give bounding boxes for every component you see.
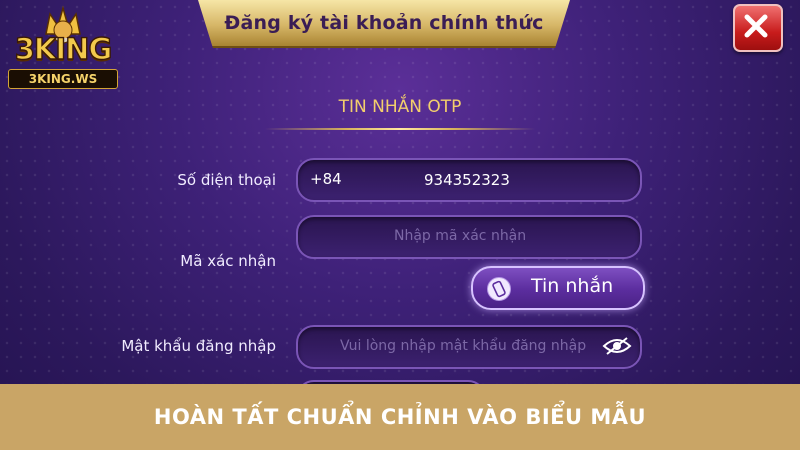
banner-caption: HOÀN TẤT CHUẨN CHỈNH VÀO BIỂU MẪU [153,405,647,429]
section-title: TIN NHẮN OTP [338,97,462,117]
phone-prefix: +84 [310,170,342,188]
phone-icon [487,277,511,301]
logo-domain: 3KING.WS [8,69,118,89]
send-sms-label: Tin nhắn [531,275,614,297]
eye-slash-icon[interactable] [602,336,632,356]
phone-label: Số điện thoại [177,171,276,189]
code-placeholder: Nhập mã xác nhận [394,228,527,244]
close-button[interactable] [733,4,783,52]
password-label: Mật khẩu đăng nhập [121,337,276,355]
password-placeholder: Vui lòng nhập mật khẩu đăng nhập [340,338,587,354]
phone-field[interactable]: +84 934352323 [296,158,642,202]
dialog-title: Đăng ký tài khoản chính thức [224,12,544,34]
phone-value: 934352323 [424,171,510,189]
logo-text: 3KING [14,31,113,66]
password-input[interactable]: Vui lòng nhập mật khẩu đăng nhập [296,325,642,369]
code-input[interactable]: Nhập mã xác nhận [296,215,642,259]
code-label: Mã xác nhận [180,252,276,270]
close-icon [744,14,768,38]
send-sms-button[interactable]: Tin nhắn [471,266,645,310]
section-divider [265,128,535,130]
